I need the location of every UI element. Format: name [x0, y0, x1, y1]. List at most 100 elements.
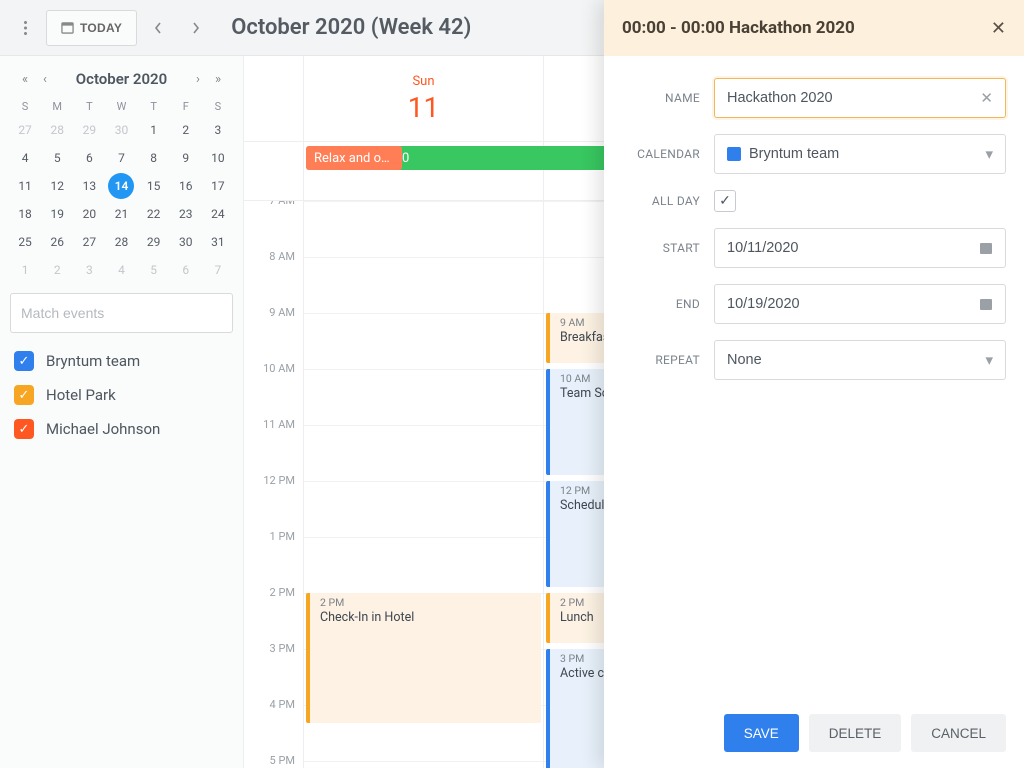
mc-dow-cell: F — [171, 96, 201, 117]
calendar-icon[interactable] — [979, 297, 993, 311]
start-label: START — [622, 241, 700, 255]
mc-day-cell[interactable]: 16 — [173, 173, 199, 199]
repeat-label: REPEAT — [622, 353, 700, 367]
mc-dow-cell: S — [10, 96, 40, 117]
mc-day-cell[interactable]: 2 — [44, 257, 70, 283]
name-field[interactable] — [727, 90, 980, 106]
clear-icon[interactable]: ✕ — [980, 89, 993, 107]
mc-day-cell[interactable]: 24 — [205, 201, 231, 227]
calendar-label: CALENDAR — [622, 147, 700, 161]
mc-day-cell[interactable]: 6 — [173, 257, 199, 283]
checkbox-icon[interactable]: ✓ — [14, 385, 34, 405]
mc-day-cell[interactable]: 8 — [141, 145, 167, 171]
mc-next-month-icon[interactable]: › — [189, 72, 207, 87]
mini-calendar-grid[interactable]: 2728293012345678910111213141516171819202… — [10, 117, 233, 283]
close-icon[interactable]: ✕ — [991, 18, 1006, 39]
mc-dow-cell: W — [106, 96, 136, 117]
mc-day-cell[interactable]: 11 — [12, 173, 38, 199]
mc-prev-year-icon[interactable]: « — [16, 72, 34, 87]
chevron-down-icon[interactable]: ▾ — [985, 145, 993, 163]
mc-day-cell[interactable]: 18 — [12, 201, 38, 227]
repeat-value[interactable] — [727, 352, 985, 368]
search-input[interactable] — [10, 293, 233, 333]
save-button[interactable]: SAVE — [724, 714, 799, 752]
mc-dow-cell: T — [139, 96, 169, 117]
calendar-item[interactable]: ✓Michael Johnson — [14, 419, 233, 439]
mc-day-cell[interactable]: 20 — [76, 201, 102, 227]
mc-day-cell[interactable]: 28 — [44, 117, 70, 143]
start-field[interactable] — [727, 240, 979, 256]
mc-day-cell[interactable]: 25 — [12, 229, 38, 255]
mc-day-cell[interactable]: 5 — [141, 257, 167, 283]
mc-day-cell[interactable]: 7 — [205, 257, 231, 283]
cancel-button[interactable]: CANCEL — [911, 714, 1006, 752]
mc-day-cell[interactable]: 9 — [173, 145, 199, 171]
calendar-event[interactable]: 2 PMCheck-In in Hotel — [306, 593, 541, 723]
today-label: TODAY — [80, 21, 122, 35]
mc-day-cell[interactable]: 31 — [205, 229, 231, 255]
mc-day-cell[interactable]: 21 — [108, 201, 134, 227]
mc-day-cell[interactable]: 29 — [141, 229, 167, 255]
mc-day-cell[interactable]: 30 — [173, 229, 199, 255]
delete-button[interactable]: DELETE — [809, 714, 902, 752]
mini-calendar-title: October 2020 — [76, 70, 167, 88]
mc-day-cell[interactable]: 1 — [12, 257, 38, 283]
hour-label: 3 PM — [244, 642, 303, 698]
calendar-select[interactable]: ▾ — [714, 134, 1006, 174]
mc-day-cell[interactable]: 13 — [76, 173, 102, 199]
calendar-value[interactable] — [749, 146, 985, 162]
mc-day-cell[interactable]: 26 — [44, 229, 70, 255]
mc-prev-month-icon[interactable]: ‹ — [36, 72, 54, 87]
mc-day-cell[interactable]: 27 — [76, 229, 102, 255]
mc-day-cell[interactable]: 5 — [44, 145, 70, 171]
mc-day-cell[interactable]: 28 — [108, 229, 134, 255]
end-input[interactable] — [714, 284, 1006, 324]
mc-day-cell[interactable]: 10 — [205, 145, 231, 171]
allday-label: ALL DAY — [622, 194, 700, 208]
mc-day-cell[interactable]: 19 — [44, 201, 70, 227]
day-number: 11 — [408, 91, 439, 124]
mc-day-cell[interactable]: 29 — [76, 117, 102, 143]
search-field[interactable] — [10, 293, 233, 333]
next-button[interactable] — [179, 10, 213, 46]
end-field[interactable] — [727, 296, 979, 312]
mc-day-cell[interactable]: 6 — [76, 145, 102, 171]
repeat-select[interactable]: ▾ — [714, 340, 1006, 380]
calendar-item[interactable]: ✓Bryntum team — [14, 351, 233, 371]
mc-day-cell[interactable]: 1 — [141, 117, 167, 143]
prev-button[interactable] — [141, 10, 175, 46]
allday-checkbox[interactable]: ✓ — [714, 190, 736, 212]
name-label: NAME — [622, 91, 700, 105]
chevron-down-icon[interactable]: ▾ — [985, 351, 993, 369]
mini-calendar-dow: SMTWTFS — [10, 96, 233, 117]
calendar-item[interactable]: ✓Hotel Park — [14, 385, 233, 405]
mc-day-cell[interactable]: 17 — [205, 173, 231, 199]
name-input[interactable]: ✕ — [714, 78, 1006, 118]
mc-next-year-icon[interactable]: » — [209, 72, 227, 87]
event-time: 2 PM — [320, 596, 535, 610]
mc-day-cell[interactable]: 27 — [12, 117, 38, 143]
mc-day-cell[interactable]: 30 — [108, 117, 134, 143]
mc-day-cell[interactable]: 3 — [76, 257, 102, 283]
event-editor-panel: 00:00 - 00:00 Hackathon 2020 ✕ NAME ✕ CA… — [604, 0, 1024, 768]
mc-day-cell[interactable]: 14 — [108, 173, 134, 199]
checkbox-icon[interactable]: ✓ — [14, 419, 34, 439]
allday-event-relax[interactable]: Relax and o… — [306, 146, 402, 170]
calendar-icon[interactable] — [979, 241, 993, 255]
mc-day-cell[interactable]: 22 — [141, 201, 167, 227]
mc-day-cell[interactable]: 23 — [173, 201, 199, 227]
mc-day-cell[interactable]: 2 — [173, 117, 199, 143]
menu-button[interactable] — [8, 10, 42, 46]
mc-day-cell[interactable]: 15 — [141, 173, 167, 199]
mc-day-cell[interactable]: 4 — [108, 257, 134, 283]
start-input[interactable] — [714, 228, 1006, 268]
mc-day-cell[interactable]: 7 — [108, 145, 134, 171]
mc-day-cell[interactable]: 4 — [12, 145, 38, 171]
day-header[interactable]: Sun11 — [304, 56, 544, 141]
mc-day-cell[interactable]: 3 — [205, 117, 231, 143]
checkbox-icon[interactable]: ✓ — [14, 351, 34, 371]
hour-label: 7 AM — [244, 201, 303, 250]
mc-day-cell[interactable]: 12 — [44, 173, 70, 199]
day-column[interactable]: 2 PMCheck-In in Hotel — [304, 201, 544, 768]
today-button[interactable]: TODAY — [46, 10, 137, 46]
